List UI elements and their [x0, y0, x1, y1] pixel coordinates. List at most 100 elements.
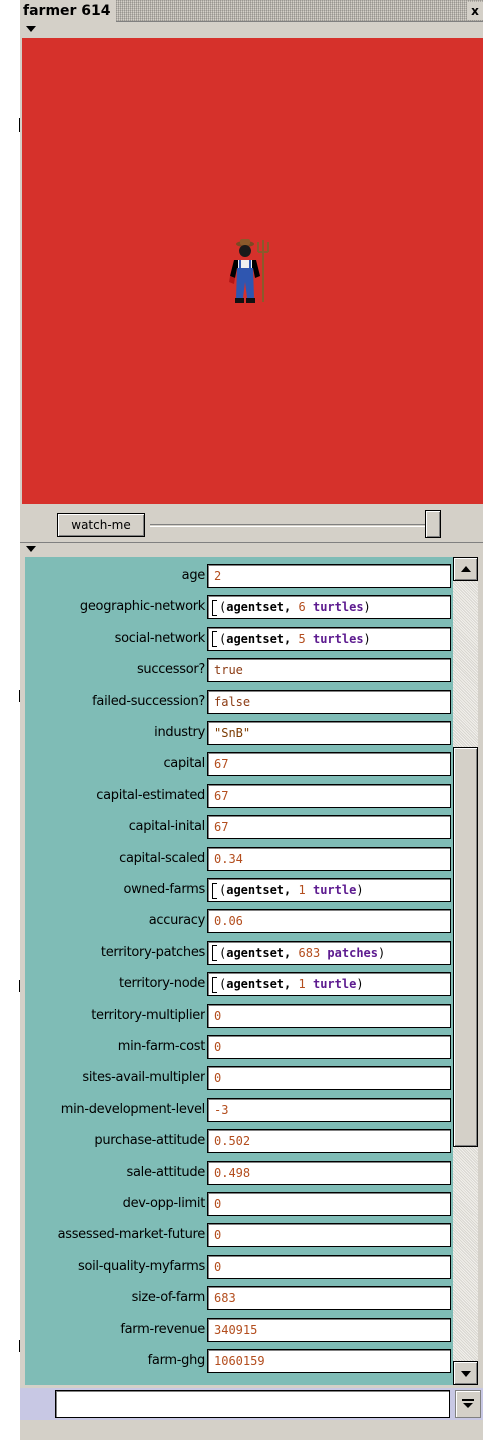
inspect-bracket-icon[interactable]: [212, 882, 217, 899]
variable-value-field[interactable]: 683: [207, 1286, 451, 1311]
agentset-keyword: agentset,: [226, 600, 292, 615]
variable-name: failed-succession?: [92, 693, 205, 709]
variable-value-field[interactable]: false: [207, 689, 451, 714]
variable-name: territory-node: [119, 976, 205, 992]
view-collapse-toggle-icon[interactable]: [26, 26, 36, 32]
variable-row: size-of-farm 683: [25, 1283, 453, 1313]
command-input[interactable]: [55, 1390, 450, 1418]
variable-value-field[interactable]: -3: [207, 1097, 451, 1122]
variable-value-field[interactable]: 0: [207, 1192, 451, 1216]
variable-row: min-development-level -3: [25, 1095, 453, 1125]
variable-name: age: [181, 568, 205, 583]
agent-monitor-window: farmer 614 x watch-me age 2 geographic-n…: [20, 0, 483, 1440]
variable-value-field[interactable]: 0.498: [207, 1160, 451, 1185]
window-title: farmer 614: [20, 0, 116, 22]
inspect-bracket-icon[interactable]: [212, 976, 217, 993]
variable-name: geographic-network: [79, 599, 205, 615]
variable-name: soil-quality-myfarms: [77, 1258, 205, 1274]
zoom-slider-track[interactable]: [150, 524, 426, 527]
variable-row: sites-avail-multipler 0: [25, 1063, 453, 1093]
variable-value-field[interactable]: 0: [207, 1003, 451, 1028]
variable-row: successor? true: [25, 655, 453, 685]
variable-value-field[interactable]: 67: [207, 752, 451, 777]
variable-value-field[interactable]: 340915: [207, 1317, 451, 1342]
variable-name: sale-attitude: [126, 1164, 206, 1180]
variable-value-field[interactable]: 67: [207, 815, 451, 840]
variable-name: capital: [163, 756, 205, 772]
variable-value-field[interactable]: 67: [207, 783, 451, 808]
variable-value-field[interactable]: 0: [207, 1223, 451, 1248]
scroll-up-button[interactable]: [453, 557, 478, 581]
variable-value-field[interactable]: 0: [207, 1035, 451, 1059]
variable-name: purchase-attitude: [94, 1133, 205, 1149]
variable-row: accuracy 0.06: [25, 906, 453, 936]
zoom-slider-thumb[interactable]: [425, 510, 441, 538]
variable-value-field[interactable]: 1060159: [207, 1349, 451, 1373]
variable-row: geographic-network (agentset, 6 turtles): [25, 592, 453, 622]
variable-name: min-farm-cost: [117, 1039, 205, 1054]
variable-row: owned-farms (agentset, 1 turtle): [25, 875, 453, 905]
arrow-down-icon: [461, 1371, 471, 1377]
variable-name: capital-inital: [128, 819, 205, 835]
variable-row: failed-succession? false: [25, 687, 453, 717]
variable-name: territory-patches: [100, 944, 205, 960]
variable-row: purchase-attitude 0.502: [25, 1126, 453, 1156]
variable-row: capital-scaled 0.34: [25, 844, 453, 874]
variable-value-field[interactable]: "SnB": [207, 721, 451, 745]
variable-value-field[interactable]: (agentset, 5 turtles): [207, 626, 451, 651]
variable-row: territory-node (agentset, 1 turtle): [25, 969, 453, 999]
variable-value-field[interactable]: (agentset, 1 turtle): [207, 878, 451, 902]
agentset-noun: turtle: [312, 977, 357, 992]
variables-scrollbar[interactable]: [453, 557, 478, 1385]
variable-name: territory-multiplier: [91, 1007, 205, 1023]
agentset-count: 683: [298, 945, 321, 960]
variable-row: assessed-market-future 0: [25, 1220, 453, 1250]
farmer-with-pitchfork-icon: [229, 239, 269, 303]
close-button[interactable]: x: [467, 2, 483, 20]
variable-name: dev-opp-limit: [122, 1196, 205, 1211]
agentset-keyword: agentset,: [226, 631, 292, 646]
watch-bar: watch-me: [20, 504, 483, 544]
variable-row: farm-revenue 340915: [25, 1315, 453, 1345]
variable-row: farm-ghg 1060159: [25, 1346, 453, 1376]
variable-row: capital-estimated 67: [25, 781, 453, 811]
variable-row: territory-multiplier 0: [25, 1001, 453, 1031]
variable-value-field[interactable]: 0.34: [207, 846, 451, 871]
watch-me-button[interactable]: watch-me: [57, 513, 145, 537]
variable-value-field[interactable]: 0.06: [207, 909, 451, 934]
title-bar[interactable]: farmer 614 x: [20, 0, 483, 22]
arrow-up-icon: [461, 566, 471, 572]
scroll-down-button[interactable]: [453, 1361, 478, 1385]
variable-value-field[interactable]: true: [207, 658, 451, 683]
variable-value-field[interactable]: 0.502: [207, 1129, 451, 1154]
agentset-keyword: agentset,: [226, 883, 292, 897]
inspect-bracket-icon[interactable]: [212, 599, 217, 616]
inspector-collapse-toggle-icon[interactable]: [26, 546, 36, 552]
history-bar-icon: [462, 1399, 474, 1401]
agentset-count: 5: [298, 631, 306, 646]
variable-row: territory-patches (agentset, 683 patches): [25, 938, 453, 968]
inspect-bracket-icon[interactable]: [212, 631, 217, 648]
variable-row: age 2: [25, 561, 453, 591]
inspect-bracket-icon[interactable]: [212, 945, 217, 962]
variable-value-field[interactable]: 0: [207, 1066, 451, 1091]
bottom-strip: [20, 1420, 483, 1440]
divider: [20, 542, 483, 543]
variable-row: capital 67: [25, 749, 453, 779]
variable-name: successor?: [136, 662, 205, 678]
variable-name: farm-revenue: [120, 1321, 205, 1337]
agentset-count: 1: [298, 883, 306, 897]
variable-name: min-development-level: [60, 1101, 205, 1117]
variable-value-field[interactable]: (agentset, 1 turtle): [207, 972, 451, 997]
agentset-keyword: agentset,: [226, 945, 292, 960]
command-history-button[interactable]: [455, 1390, 481, 1418]
variable-value-field[interactable]: (agentset, 683 patches): [207, 940, 451, 965]
variable-name: industry: [154, 725, 205, 740]
agentset-noun: turtle: [312, 883, 357, 897]
variable-value-field[interactable]: (agentset, 6 turtles): [207, 595, 451, 620]
agentset-count: 6: [298, 600, 306, 615]
variable-name: owned-farms: [123, 882, 205, 897]
variable-value-field[interactable]: 2: [207, 564, 451, 588]
variable-value-field[interactable]: 0: [207, 1254, 451, 1279]
scrollbar-thumb[interactable]: [453, 747, 478, 1147]
